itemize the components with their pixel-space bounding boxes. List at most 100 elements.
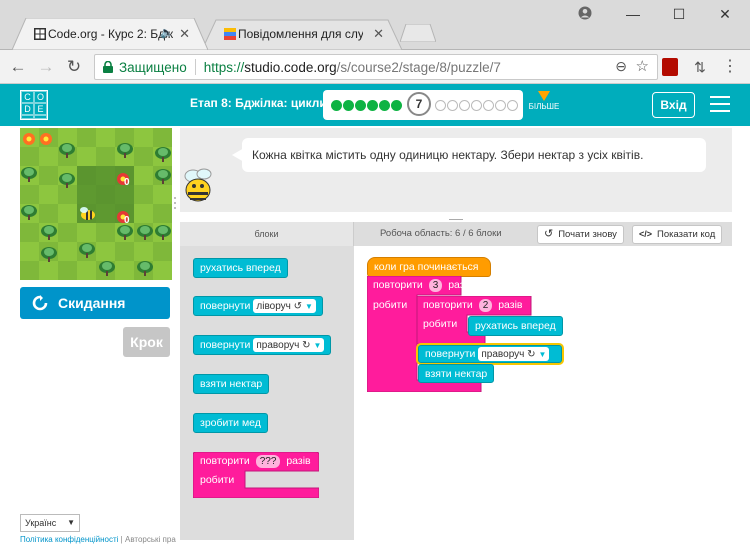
current-level[interactable]: 7: [407, 92, 431, 116]
level-dot-todo[interactable]: [483, 100, 494, 111]
google-slides-favicon-icon: [224, 28, 236, 40]
dropdown-arrow-icon: ▼: [305, 301, 313, 311]
tree-icon: [154, 146, 172, 165]
direction-dropdown[interactable]: праворуч ↻ ▼: [478, 347, 550, 361]
block-when-run[interactable]: коли гра починається: [367, 257, 491, 277]
step-button[interactable]: Крок: [123, 327, 170, 357]
chrome-menu-icon[interactable]: ⋮: [718, 55, 742, 79]
tree-icon: [154, 168, 172, 187]
level-dot-completed[interactable]: [331, 100, 342, 111]
more-levels-button[interactable]: БІЛЬШЕ: [528, 91, 560, 111]
repeat-do-label: робити: [200, 474, 235, 486]
block-get-nectar[interactable]: взяти нектар: [193, 374, 270, 394]
block-label: зробити мед: [200, 417, 261, 429]
level-dot-completed[interactable]: [343, 100, 354, 111]
footer-separator: |: [120, 535, 123, 544]
repeat-count-field[interactable]: ???: [255, 455, 281, 468]
back-icon[interactable]: ←: [6, 55, 30, 79]
reload-icon[interactable]: ↻: [62, 55, 86, 79]
flower-count: 0: [124, 177, 130, 188]
pdf-extension-icon[interactable]: [662, 58, 678, 76]
toolbox-header: блоки: [180, 222, 354, 246]
tab-active[interactable]: Code.org - Курс 2: Бджілка: цикли 🔈 ✕: [12, 18, 208, 50]
sync-extension-icon[interactable]: ⇅: [688, 55, 712, 79]
repeat-count-field[interactable]: 3: [428, 279, 443, 292]
workspace-header: Робоча область: 6 / 6 блоки: [380, 228, 502, 239]
restart-label: Почати знову: [558, 229, 617, 240]
restart-button[interactable]: ↺ Почати знову: [537, 225, 624, 244]
game-board: 0 0: [20, 128, 172, 280]
block-turn-right[interactable]: повернути праворуч ↻ ▼: [193, 335, 332, 355]
tree-icon: [136, 260, 154, 279]
instructions-bubble: Кожна квітка містить одну одиницю нектар…: [242, 138, 706, 172]
user-icon[interactable]: [574, 6, 596, 22]
bookmark-star-icon[interactable]: ☆: [636, 57, 649, 75]
logo-letter: O: [34, 91, 47, 103]
tree-icon: [40, 224, 58, 243]
reset-button[interactable]: Скидання: [20, 287, 170, 319]
logo-letter: D: [21, 103, 34, 115]
reset-icon: [32, 295, 48, 311]
block-label: коли гра починається: [374, 261, 479, 273]
tree-icon: [136, 224, 154, 243]
new-tab-button[interactable]: [399, 23, 437, 43]
tab-inactive[interactable]: Повідомлення для слухачів ✕: [202, 18, 402, 50]
level-dot-todo[interactable]: [471, 100, 482, 111]
level-dot-completed[interactable]: [391, 100, 402, 111]
block-get-nectar[interactable]: взяти нектар: [418, 364, 495, 383]
outer-repeat-header[interactable]: повторити 3 разів: [373, 279, 473, 292]
minimize-button[interactable]: —: [622, 6, 644, 22]
level-dot-completed[interactable]: [367, 100, 378, 111]
tab-close-icon[interactable]: ✕: [179, 26, 190, 42]
level-dot-todo[interactable]: [507, 100, 518, 111]
dropdown-arrow-icon: ▼: [313, 340, 322, 350]
level-dot-todo[interactable]: [447, 100, 458, 111]
maximize-button[interactable]: ☐: [668, 6, 690, 22]
level-dot-todo[interactable]: [495, 100, 506, 111]
block-make-honey[interactable]: зробити мед: [193, 413, 268, 433]
level-dot-completed[interactable]: [379, 100, 390, 111]
inner-repeat-header[interactable]: повторити 2 разів: [423, 299, 523, 312]
block-turn-left[interactable]: повернути ліворуч ↺ ▼: [193, 296, 323, 316]
address-bar[interactable]: Защищено https://studio.code.org/s/cours…: [94, 54, 658, 80]
show-code-button[interactable]: </> Показати код: [632, 225, 723, 244]
repeat-prefix: повторити: [373, 279, 423, 291]
column-resize-handle[interactable]: [173, 196, 177, 210]
level-dot-todo[interactable]: [435, 100, 446, 111]
block-label: повернути: [425, 348, 476, 360]
triangle-down-icon: [538, 91, 550, 101]
block-repeat[interactable]: повторити ??? разів робити: [193, 452, 319, 498]
block-move-forward[interactable]: рухатись вперед: [468, 316, 563, 336]
copyright-link[interactable]: Авторські пра: [125, 535, 176, 544]
direction-dropdown[interactable]: ліворуч ↺ ▼: [253, 299, 316, 313]
privacy-link[interactable]: Політика конфіденційності: [20, 535, 118, 544]
code-icon: </>: [639, 229, 653, 239]
logo-letter: E: [34, 103, 47, 115]
inner-repeat-do: робити: [423, 318, 458, 330]
repeat-count-field[interactable]: 2: [478, 299, 493, 312]
panel-resize-handle[interactable]: [449, 213, 463, 223]
tree-icon: [116, 142, 134, 161]
logo-letter: C: [21, 91, 34, 103]
zoom-icon[interactable]: ⊖: [615, 58, 627, 75]
tree-icon: [58, 142, 76, 161]
lock-icon: [103, 60, 113, 73]
security-label: Защищено: [119, 59, 187, 75]
repeat-prefix: повторити: [200, 455, 250, 467]
tab-close-icon[interactable]: ✕: [373, 26, 384, 42]
signin-button[interactable]: Вхід: [652, 92, 695, 118]
dropdown-value: праворуч ↻: [256, 339, 311, 351]
block-turn-right-selected[interactable]: повернути праворуч ↻ ▼: [418, 345, 562, 363]
language-select[interactable]: Українс ▼: [20, 514, 80, 532]
dropdown-arrow-icon: ▼: [67, 518, 75, 527]
block-label: взяти нектар: [200, 378, 263, 390]
close-window-button[interactable]: ✕: [714, 6, 736, 22]
level-dot-completed[interactable]: [355, 100, 366, 111]
code-org-logo[interactable]: C O D E: [20, 90, 48, 120]
tree-icon: [154, 224, 172, 243]
hamburger-menu-icon[interactable]: [710, 96, 730, 112]
level-dot-todo[interactable]: [459, 100, 470, 111]
direction-dropdown[interactable]: праворуч ↻ ▼: [253, 338, 325, 352]
forward-icon[interactable]: →: [34, 55, 58, 79]
block-move-forward[interactable]: рухатись вперед: [193, 258, 288, 278]
